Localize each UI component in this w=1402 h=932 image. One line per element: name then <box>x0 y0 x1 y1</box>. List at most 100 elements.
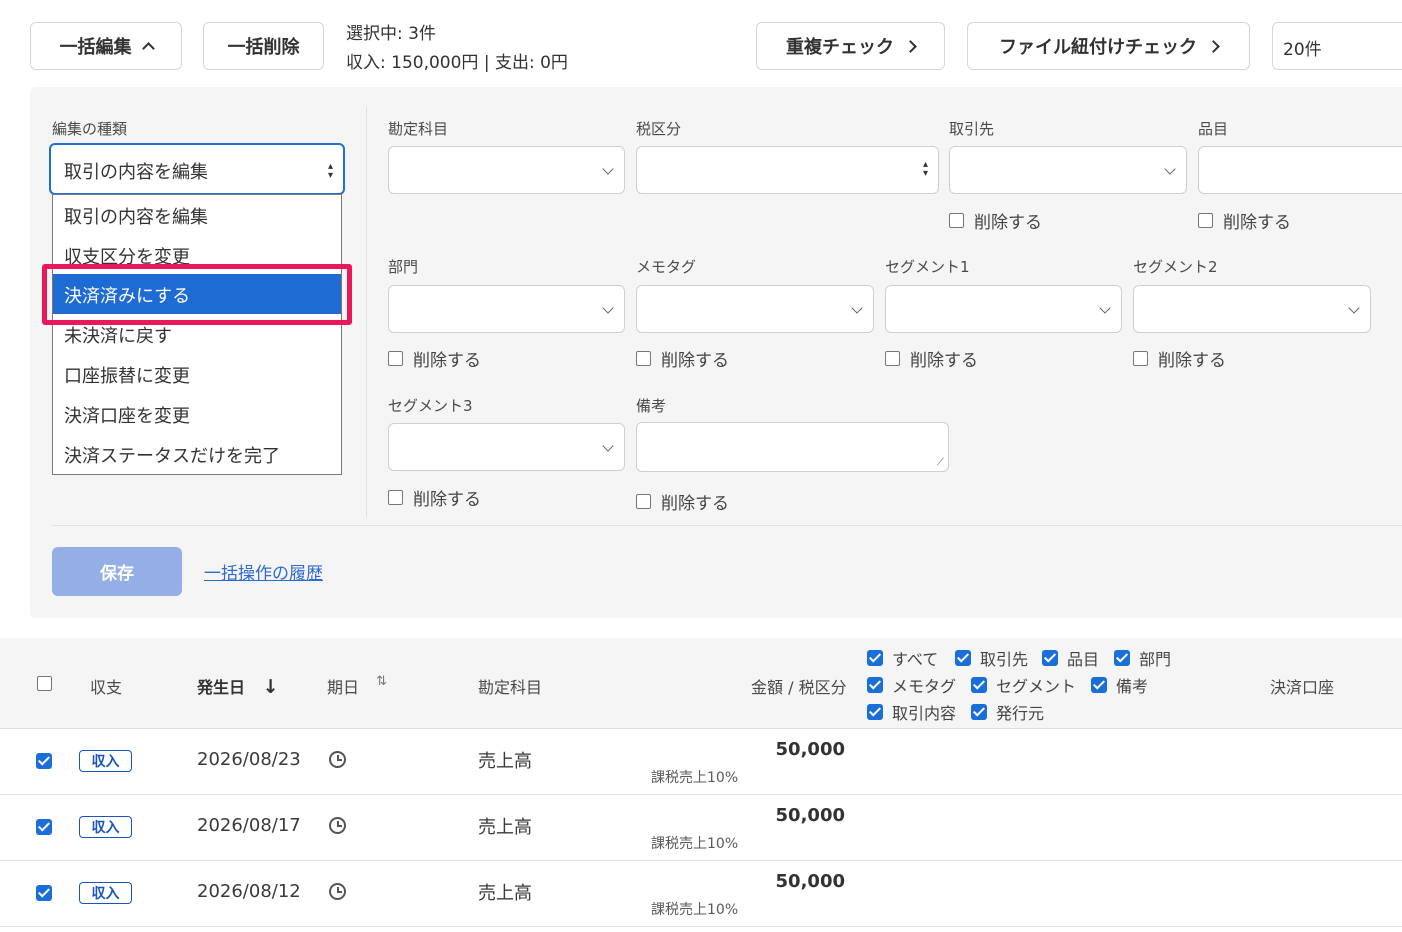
segment3-select[interactable] <box>388 423 625 471</box>
checkbox-icon <box>1198 213 1213 228</box>
checkbox-checked-icon <box>867 704 883 720</box>
panel-divider <box>52 525 1402 526</box>
department-label: 部門 <box>388 258 419 276</box>
file-link-check-button[interactable]: ファイル紐付けチェック <box>967 22 1250 70</box>
table-row[interactable]: 収入 2026/08/12 売上高 50,000 課税売上10% <box>0 861 1402 927</box>
column-toggle-item[interactable]: 品目 <box>1042 646 1099 670</box>
tax-class-select[interactable]: ▴ ▾ <box>636 146 939 194</box>
segment3-label: セグメント3 <box>388 397 473 415</box>
chevron-down-icon <box>1348 302 1360 314</box>
segment1-delete-checkbox[interactable]: 削除する <box>885 346 978 371</box>
remarks-delete-checkbox[interactable]: 削除する <box>636 489 729 514</box>
income-badge: 収入 <box>79 882 132 904</box>
edit-type-option[interactable]: 決済口座を変更 <box>53 394 341 434</box>
checkbox-icon <box>388 490 403 505</box>
segment1-select[interactable] <box>885 285 1122 333</box>
selection-sum: 収入: 150,000円 | 支出: 0円 <box>346 53 568 73</box>
updown-icon: ▴ ▾ <box>327 161 333 181</box>
issue-date-header[interactable]: 発生日 ↓ <box>197 674 279 698</box>
chevron-down-icon <box>851 302 863 314</box>
memo-tag-delete-checkbox[interactable]: 削除する <box>636 346 729 371</box>
department-delete-checkbox[interactable]: 削除する <box>388 346 481 371</box>
row-tax-class: 課税売上10% <box>651 902 739 918</box>
clock-icon[interactable] <box>329 883 346 900</box>
checkbox-checked-icon <box>867 677 883 693</box>
delete-label: 削除する <box>910 351 978 371</box>
due-date-header-label: 期日 <box>327 678 360 697</box>
row-amount: 50,000 <box>775 871 845 892</box>
item-delete-checkbox[interactable]: 削除する <box>1198 208 1291 233</box>
column-toggle-issuer[interactable]: 発行元 <box>971 700 1044 724</box>
memo-tag-select[interactable] <box>636 285 874 333</box>
checkbox-checked-icon <box>971 677 987 693</box>
resize-handle-icon[interactable]: ⟋ <box>937 457 944 468</box>
edit-type-option[interactable]: 口座振替に変更 <box>53 354 341 394</box>
bulk-history-link[interactable]: 一括操作の履歴 <box>204 559 323 584</box>
column-toggle-partner[interactable]: 取引先 <box>955 646 1028 670</box>
item-select[interactable] <box>1198 146 1402 194</box>
sort-icon: ⇅ <box>376 674 388 689</box>
row-account: 売上高 <box>478 751 532 772</box>
partner-select[interactable] <box>949 146 1187 194</box>
delete-label: 削除する <box>661 494 729 514</box>
column-toggle-remarks[interactable]: 備考 <box>1091 673 1148 697</box>
chevron-down-icon <box>1164 163 1176 175</box>
chevron-right-icon <box>1207 39 1220 53</box>
due-date-header[interactable]: 期日 ⇅ <box>327 674 387 698</box>
checkbox-icon <box>949 213 964 228</box>
bulk-delete-button[interactable]: 一括削除 <box>203 22 324 70</box>
edit-type-option[interactable]: 決済ステータスだけを完了 <box>53 434 341 474</box>
checkbox-icon <box>388 351 403 366</box>
remarks-textarea[interactable]: ⟋ <box>636 422 949 472</box>
clock-icon[interactable] <box>329 751 346 768</box>
segment3-delete-checkbox[interactable]: 削除する <box>388 485 481 510</box>
column-toggle-segment[interactable]: セグメント <box>971 673 1076 697</box>
column-toggle-label: メモタグ <box>892 677 957 696</box>
account-select[interactable] <box>388 146 625 194</box>
edit-type-select[interactable]: 取引の内容を編集 ▴ ▾ <box>49 143 345 195</box>
segment2-select[interactable] <box>1133 285 1371 333</box>
department-select[interactable] <box>388 285 625 333</box>
partner-delete-checkbox[interactable]: 削除する <box>949 208 1042 233</box>
delete-label: 削除する <box>1223 213 1291 233</box>
segment2-delete-checkbox[interactable]: 削除する <box>1133 346 1226 371</box>
row-amount: 50,000 <box>775 805 845 826</box>
issue-date-header-label: 発生日 <box>197 678 246 697</box>
column-toggle-memo-tag[interactable]: メモタグ <box>867 673 956 697</box>
select-all-checkbox[interactable] <box>37 676 52 691</box>
arrow-down-icon: ↓ <box>262 676 279 698</box>
column-toggle-description[interactable]: 取引内容 <box>867 700 956 724</box>
partner-label: 取引先 <box>949 120 995 138</box>
delete-label: 削除する <box>661 351 729 371</box>
row-checkbox[interactable] <box>36 819 52 835</box>
table-row[interactable]: 収入 2026/08/23 売上高 50,000 課税売上10% <box>0 729 1402 795</box>
file-link-check-label: ファイル紐付けチェック <box>999 37 1197 58</box>
per-page-select[interactable]: 20件 <box>1272 22 1402 70</box>
duplicate-check-label: 重複チェック <box>786 37 894 58</box>
checkbox-checked-icon <box>971 704 987 720</box>
segment2-label: セグメント2 <box>1133 258 1218 276</box>
checkbox-checked-icon <box>955 650 971 666</box>
row-date: 2026/08/23 <box>197 749 301 770</box>
column-toggle-all[interactable]: すべて <box>867 646 938 670</box>
account-label: 勘定科目 <box>388 120 449 138</box>
row-account: 売上高 <box>478 883 532 904</box>
row-account: 売上高 <box>478 817 532 838</box>
checkbox-icon <box>636 351 651 366</box>
account-header: 勘定科目 <box>478 678 543 697</box>
segment1-label: セグメント1 <box>885 258 970 276</box>
item-label: 品目 <box>1198 120 1229 138</box>
column-toggle-department[interactable]: 部門 <box>1114 646 1171 670</box>
column-toggle-label: 部門 <box>1139 650 1172 669</box>
row-checkbox[interactable] <box>36 885 52 901</box>
clock-icon[interactable] <box>329 817 346 834</box>
save-button[interactable]: 保存 <box>52 547 182 596</box>
bulk-edit-button[interactable]: 一括編集 <box>30 22 182 70</box>
chevron-down-icon <box>1099 302 1111 314</box>
edit-type-option[interactable]: 取引の内容を編集 <box>53 195 341 235</box>
column-toggle-label: 備考 <box>1116 677 1149 696</box>
column-toggle-label: 品目 <box>1067 650 1100 669</box>
table-row[interactable]: 収入 2026/08/17 売上高 50,000 課税売上10% <box>0 795 1402 861</box>
duplicate-check-button[interactable]: 重複チェック <box>756 22 945 70</box>
row-checkbox[interactable] <box>36 753 52 769</box>
